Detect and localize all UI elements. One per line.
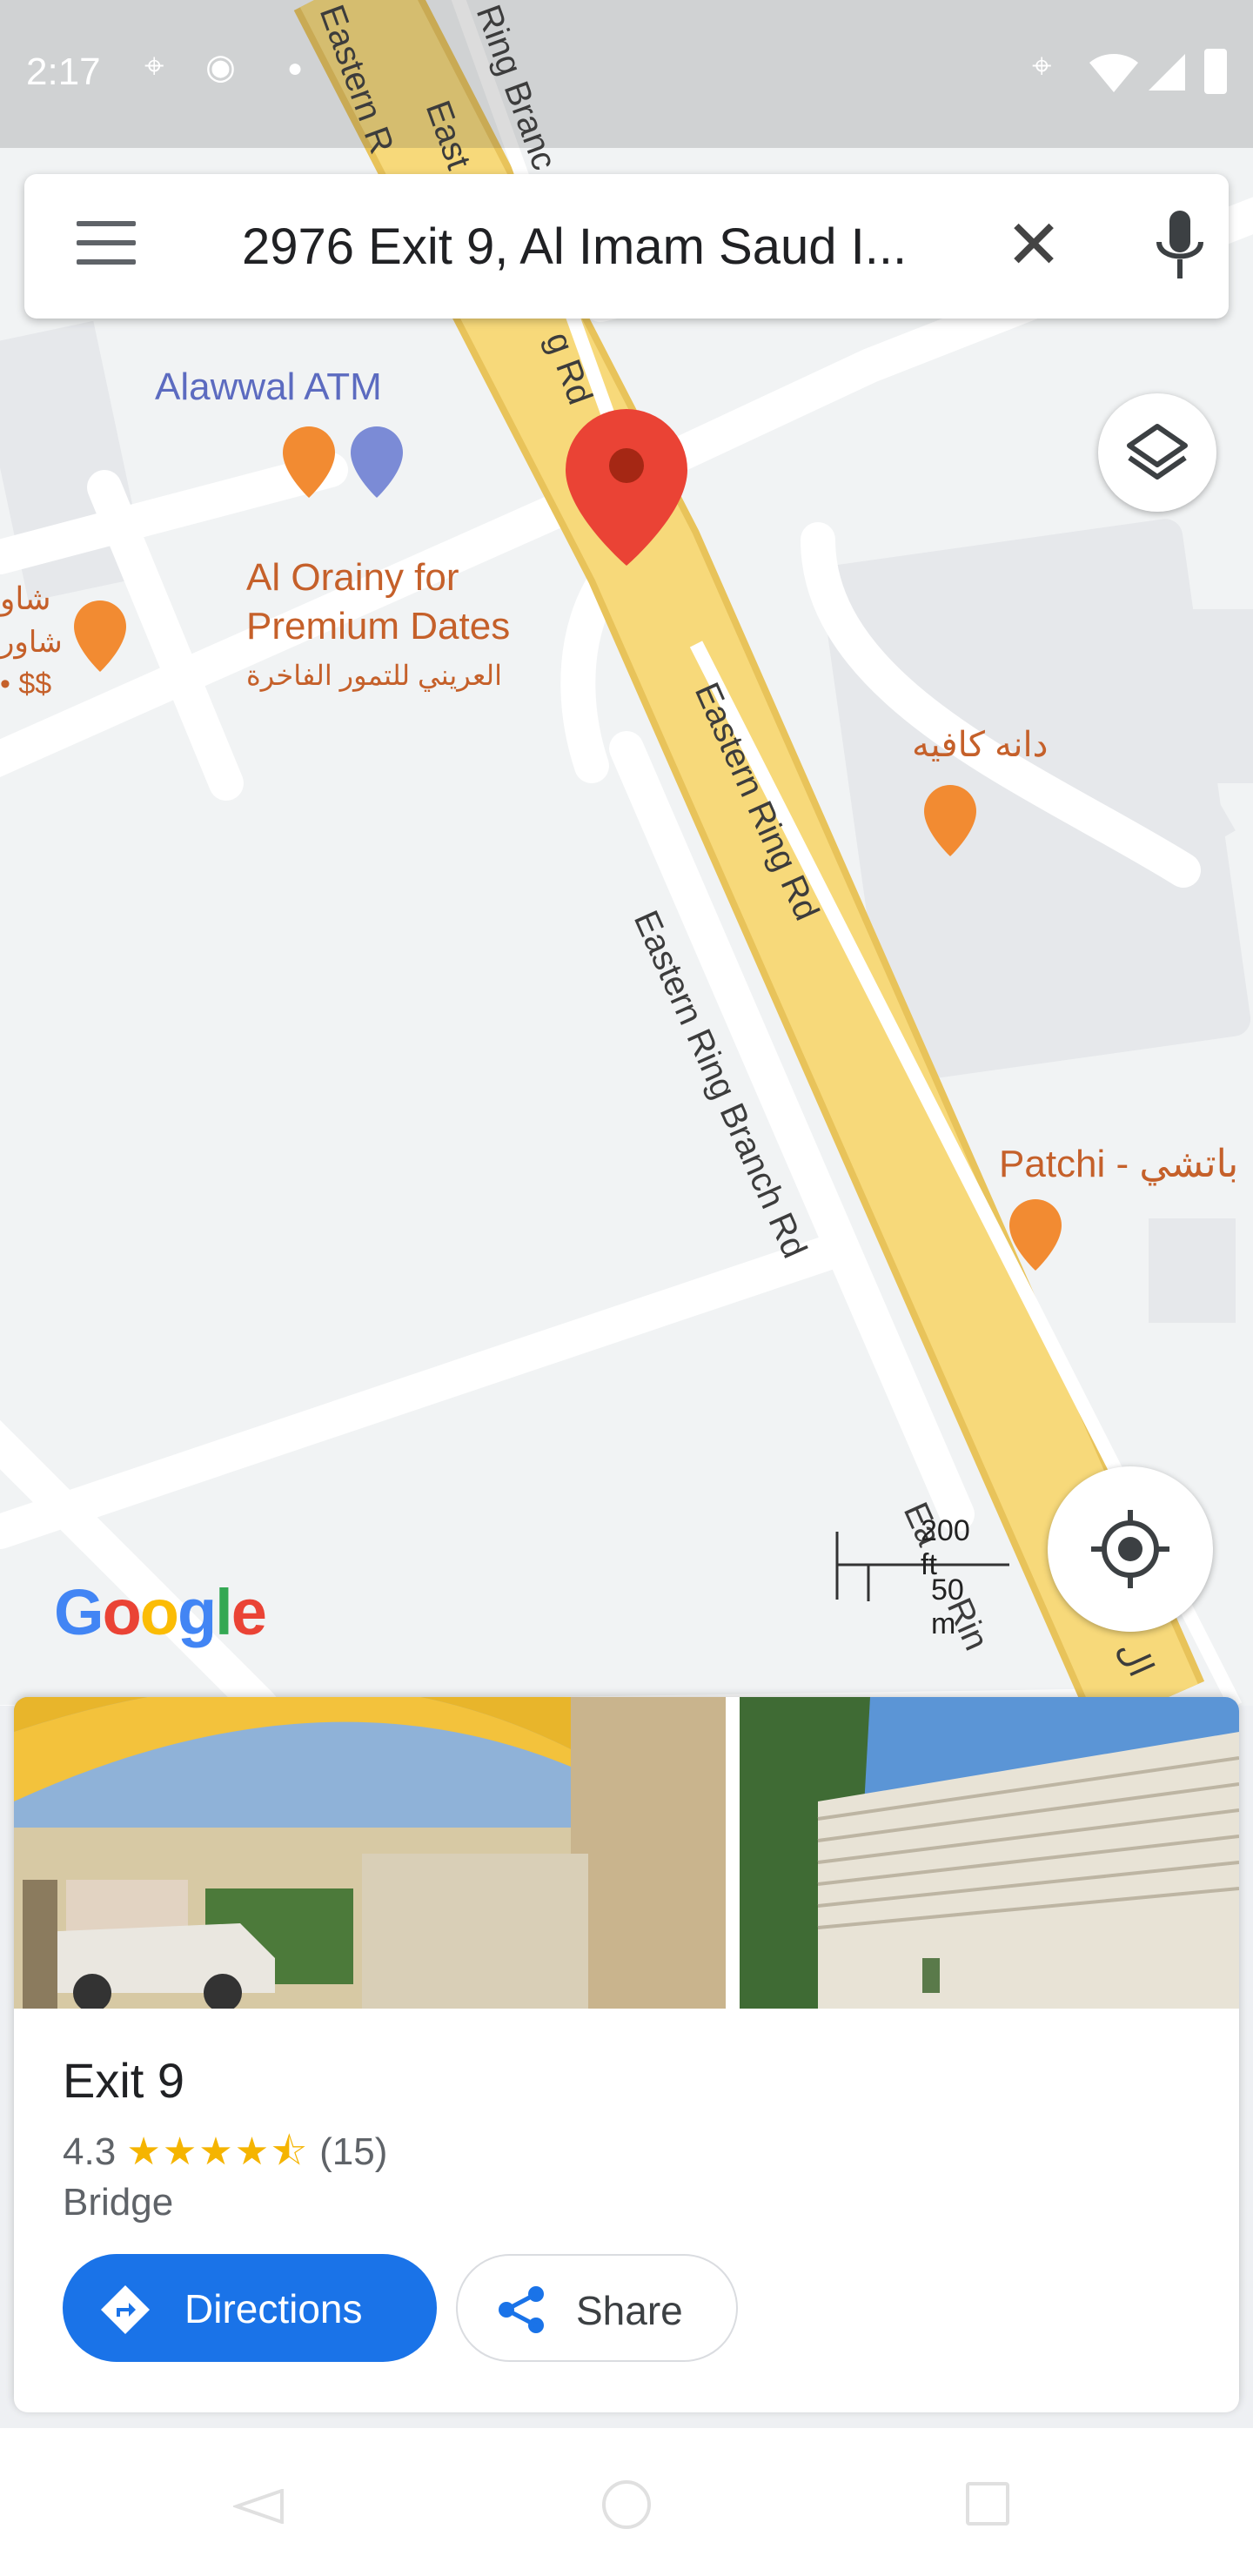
menu-icon[interactable]: [77, 221, 136, 270]
cafe-label[interactable]: دانه كافيه: [912, 721, 1048, 769]
half-star-icon: ⯪: [271, 2130, 309, 2173]
place-photo-1[interactable]: [14, 1697, 726, 2012]
battery-icon: [1204, 49, 1227, 94]
location-status-icon: ⌖: [144, 47, 164, 85]
scale-metric: 50 m: [931, 1573, 964, 1640]
directions-icon: [101, 2285, 150, 2334]
my-location-icon: [1091, 1510, 1169, 1588]
home-nav-button[interactable]: [602, 2480, 651, 2529]
search-bar[interactable]: 2976 Exit 9, Al Imam Saud I... ✕: [24, 174, 1229, 319]
gps-status-icon: ⌖: [1032, 47, 1052, 85]
place-card[interactable]: Exit 9 4.3 ★★★★⯪ (15) Bridge Directions …: [14, 1697, 1239, 2412]
status-bar: 2:17 ⌖ ◉ ● ⌖: [0, 0, 1253, 148]
share-label: Share: [576, 2288, 683, 2333]
atm-poi-icon: [351, 426, 403, 498]
place-name: Exit 9: [63, 2053, 185, 2108]
share-icon: [499, 2286, 544, 2333]
star-rating-icon: ★★★★: [126, 2130, 271, 2173]
restaurant-poi-icon-2: [74, 600, 126, 672]
close-icon[interactable]: ✕: [995, 205, 1073, 284]
search-input[interactable]: 2976 Exit 9, Al Imam Saud I...: [242, 218, 973, 276]
google-logo: Google: [54, 1576, 267, 1648]
patchi-label[interactable]: Patchi - باتشي: [999, 1140, 1238, 1189]
navigation-bar: [0, 2428, 1253, 2576]
dates-shop-label[interactable]: Al Orainy for Premium Dates العريني للتم…: [246, 553, 510, 700]
share-button[interactable]: Share: [456, 2254, 738, 2362]
notification-dot-icon: ●: [287, 54, 304, 83]
atm-label[interactable]: Alawwal ATM: [155, 366, 382, 409]
left-arabic-label-1[interactable]: شاو: [0, 574, 51, 623]
layers-icon: [1127, 424, 1188, 480]
left-price-label: • $$: [0, 667, 52, 701]
dates-shop-arabic: العريني للتمور الفاخرة: [246, 660, 503, 691]
place-photo-2[interactable]: [740, 1697, 1239, 2009]
layers-button[interactable]: [1098, 393, 1216, 512]
back-nav-button[interactable]: [231, 2488, 285, 2525]
wifi-icon: [1088, 52, 1140, 98]
sync-status-icon: ◉: [205, 48, 236, 86]
rating-value: 4.3: [63, 2130, 117, 2173]
directions-button[interactable]: Directions: [63, 2254, 437, 2362]
dates-shop-name-line1: Al Orainy for: [246, 556, 459, 599]
directions-label: Directions: [184, 2286, 363, 2331]
rating-row[interactable]: 4.3 ★★★★⯪ (15): [63, 2123, 387, 2189]
recents-nav-button[interactable]: [966, 2482, 1009, 2526]
status-time: 2:17: [26, 50, 101, 93]
scale-imperial: 200 ft: [921, 1514, 970, 1581]
review-count: (15): [319, 2130, 388, 2173]
dates-shop-name-line2: Premium Dates: [246, 605, 511, 647]
place-type: Bridge: [63, 2181, 174, 2224]
signal-icon: [1147, 52, 1187, 97]
mic-icon[interactable]: [1147, 205, 1213, 289]
my-location-button[interactable]: [1048, 1466, 1213, 1632]
